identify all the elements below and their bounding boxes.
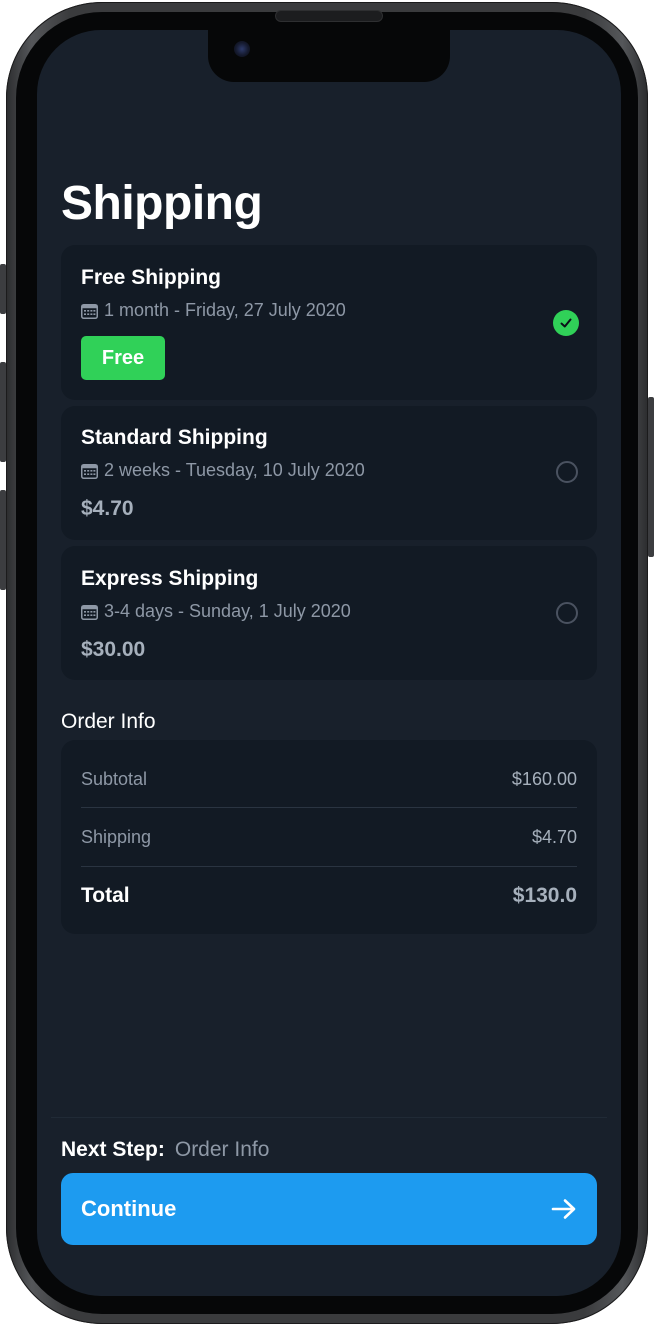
shipping-option-date-text: 2 weeks - Tuesday, 10 July 2020 (104, 460, 365, 480)
subtotal-value: $160.00 (511, 768, 577, 789)
shipping-option-price: $30.00 (81, 638, 146, 661)
order-info-card: Subtotal $160.00 Shipping $4.70 Total $1… (61, 740, 597, 934)
arrow-right-icon (551, 1199, 576, 1219)
total-value: $130.0 (512, 884, 577, 907)
shipping-option-title: Standard Shipping (81, 426, 268, 449)
shipping-option-date-text: 1 month - Friday, 27 July 2020 (104, 300, 346, 320)
subtotal-row: Subtotal $160.00 (81, 750, 577, 808)
power-button (648, 397, 654, 557)
shipping-option-standard[interactable]: Standard Shipping 2 weeks - Tuesday, 10 … (61, 406, 597, 540)
shipping-option-title: Free Shipping (81, 266, 222, 289)
continue-button-label: Continue (81, 1196, 177, 1221)
shipping-value: $4.70 (531, 826, 577, 847)
shipping-option-date: 3-4 days - Sunday, 1 July 2020 (81, 601, 351, 622)
order-info-title: Order Info (61, 710, 156, 733)
shipping-option-free[interactable]: Free Shipping 1 month - Friday, 27 July … (61, 245, 597, 400)
subtotal-label: Subtotal (81, 768, 148, 789)
calendar-icon (81, 463, 98, 479)
total-label: Total (81, 884, 130, 907)
shipping-option-date: 1 month - Friday, 27 July 2020 (81, 300, 346, 321)
calendar-icon (81, 604, 98, 620)
free-price-badge: Free (81, 336, 165, 380)
shipping-option-express[interactable]: Express Shipping 3-4 days - Sunday, 1 Ju… (61, 546, 597, 680)
app-screen: Shipping Free Shipping 1 month - Friday,… (37, 30, 621, 1296)
shipping-label: Shipping (81, 826, 152, 847)
silent-switch (0, 264, 6, 314)
next-step-label: Next Step: (61, 1138, 165, 1161)
selected-radio[interactable] (553, 310, 579, 336)
volume-up-button (0, 362, 6, 462)
calendar-icon (81, 303, 98, 319)
footer-divider (51, 1117, 607, 1118)
front-camera (234, 41, 250, 57)
unselected-radio[interactable] (556, 602, 578, 624)
volume-down-button (0, 490, 6, 590)
shipping-option-title: Express Shipping (81, 567, 259, 590)
continue-button[interactable]: Continue (61, 1173, 597, 1245)
shipping-option-price: $4.70 (81, 497, 134, 520)
shipping-option-date-text: 3-4 days - Sunday, 1 July 2020 (104, 601, 351, 621)
page-title: Shipping (61, 177, 263, 230)
earpiece-speaker (275, 10, 383, 22)
next-step-value: Order Info (174, 1138, 270, 1161)
total-row: Total $130.0 (81, 867, 577, 925)
shipping-option-date: 2 weeks - Tuesday, 10 July 2020 (81, 460, 365, 481)
unselected-radio[interactable] (556, 461, 578, 483)
next-step: Next Step: Order Info (61, 1138, 269, 1162)
shipping-row: Shipping $4.70 (81, 808, 577, 866)
check-icon (560, 318, 572, 328)
